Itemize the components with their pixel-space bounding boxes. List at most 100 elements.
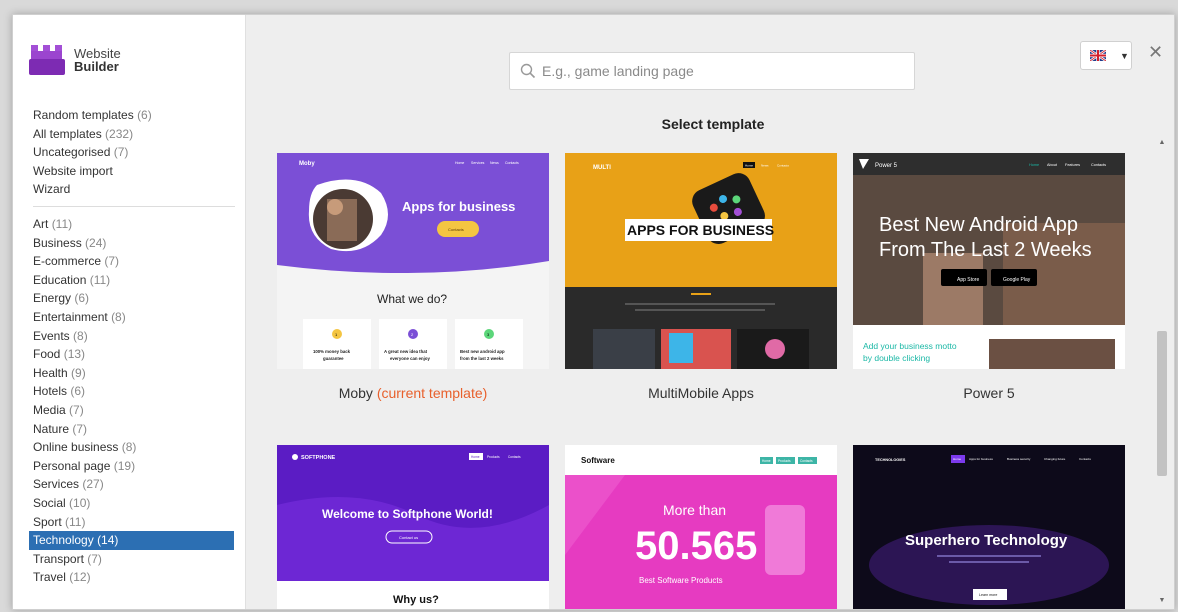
multi-logo-text: MULTI: [593, 165, 611, 171]
sidebar-item-random-templates[interactable]: Random templates (6): [13, 106, 246, 125]
sidebar-item-label: Personal page: [33, 458, 111, 473]
sidebar-item-sport[interactable]: Sport (11): [13, 513, 246, 532]
power5-nav-about: About: [1047, 163, 1058, 167]
technologies-logo-text: TECHNOLOGIES: [875, 458, 906, 462]
close-icon[interactable]: ✕: [1148, 42, 1163, 63]
template-search-box[interactable]: [509, 52, 915, 90]
sidebar-item-count: (19): [113, 458, 136, 473]
sidebar-item-personal-page[interactable]: Personal page (19): [13, 457, 246, 476]
technologies-nav-future: Changing future: [1044, 457, 1066, 461]
sidebar-item-count: (7): [113, 145, 129, 160]
template-card-softphone[interactable]: SOFTPHONE Home Products Contacts Welcome…: [277, 445, 549, 609]
page-title: Select template: [661, 116, 765, 132]
template-thumbnail: Software Home Products Contacts More tha…: [565, 445, 837, 609]
website-builder-logo-icon: [29, 45, 65, 75]
sidebar-item-food[interactable]: Food (13): [13, 345, 246, 364]
softphone-section-title: Why us?: [393, 594, 439, 606]
sidebar-item-entertainment[interactable]: Entertainment (8): [13, 308, 246, 327]
sidebar-item-hotels[interactable]: Hotels (6): [13, 382, 246, 401]
softphone-button: Contact us: [399, 535, 418, 540]
sidebar-item-label: Business: [33, 235, 82, 250]
sidebar-item-events[interactable]: Events (8): [13, 327, 246, 346]
moby-section-title: What we do?: [377, 292, 447, 306]
power5-motto-2: by double clicking: [863, 353, 930, 363]
sidebar-item-services[interactable]: Services (27): [13, 475, 246, 494]
sidebar-item-count: (13): [63, 347, 86, 362]
chevron-down-icon: ▼: [1120, 50, 1129, 61]
power5-headline-1: Best New Android App: [879, 214, 1078, 236]
sidebar-item-all-templates[interactable]: All templates (232): [13, 125, 246, 144]
sidebar-item-social[interactable]: Social (10): [13, 494, 246, 513]
software-nav-home: Home: [762, 459, 771, 463]
feature-text: Best new android app: [460, 349, 505, 354]
sidebar-item-count: (6): [137, 108, 152, 122]
vertical-scrollbar[interactable]: ▲ ▼: [1156, 133, 1168, 609]
software-number: 50.565: [635, 524, 757, 568]
template-card-power-5[interactable]: Power 5 Home About Features Contacts Bes…: [853, 153, 1125, 369]
sidebar-item-nature[interactable]: Nature (7): [13, 420, 246, 439]
scroll-down-arrow-icon[interactable]: ▼: [1156, 597, 1168, 604]
app-store-badge: App Store: [957, 277, 979, 283]
sidebar-item-count: (10): [69, 495, 91, 510]
template-card-multimobile-apps[interactable]: MULTI Home News Contacts APPS FOR BUSINE…: [565, 153, 837, 369]
website-builder-logo: Website Builder: [28, 43, 121, 77]
template-card-technologies[interactable]: TECHNOLOGIES Home Apps for business Busi…: [853, 445, 1125, 609]
technologies-nav-apps: Apps for business: [969, 457, 993, 461]
sidebar-item-count: (7): [87, 551, 102, 566]
sidebar-item-label: E-commerce: [33, 254, 102, 269]
sidebar-item-wizard[interactable]: Wizard: [13, 180, 246, 199]
sidebar-item-count: (8): [73, 328, 88, 343]
moby-nav-services: Services: [471, 161, 485, 165]
sidebar-item-travel[interactable]: Travel (12): [13, 568, 246, 587]
sidebar-item-count: (6): [74, 291, 90, 306]
sidebar-item-label: Entertainment: [33, 309, 108, 324]
sidebar-item-media[interactable]: Media (7): [13, 401, 246, 420]
power5-nav-home: Home: [1029, 163, 1039, 167]
scroll-thumb[interactable]: [1157, 331, 1167, 476]
sidebar-item-label: Media: [33, 402, 66, 417]
sidebar-category-list: Art (11) Business (24) E-commerce (7) Ed…: [13, 215, 246, 587]
sidebar-item-uncategorised[interactable]: Uncategorised (7): [13, 143, 246, 162]
power5-nav-features: Features: [1065, 163, 1080, 167]
template-card-software[interactable]: Software Home Products Contacts More tha…: [565, 445, 837, 609]
sidebar-item-label: Website import: [33, 163, 113, 178]
feature-text: guarantee: [323, 356, 344, 361]
software-logo-text: Software: [581, 456, 615, 465]
feature-text: 100% money back: [313, 349, 351, 354]
sidebar-item-e-commerce[interactable]: E-commerce (7): [13, 252, 246, 271]
sidebar-item-technology[interactable]: Technology (14): [29, 531, 234, 550]
template-selector-window: Website Builder Random templates (6) All…: [12, 14, 1175, 610]
sidebar-item-education[interactable]: Education (11): [13, 271, 246, 290]
sidebar-item-energy[interactable]: Energy (6): [13, 289, 246, 308]
sidebar-item-art[interactable]: Art (11): [13, 215, 246, 234]
power5-logo-text: Power 5: [875, 163, 898, 169]
sidebar-item-count: (11): [65, 514, 86, 529]
moby-nav-contacts: Contacts: [505, 161, 519, 165]
search-input[interactable]: [542, 63, 892, 79]
sidebar-item-health[interactable]: Health (9): [13, 364, 246, 383]
sidebar-item-online-business[interactable]: Online business (8): [13, 438, 246, 457]
sidebar-item-transport[interactable]: Transport (7): [13, 550, 246, 569]
sidebar-item-label: Health: [33, 365, 68, 380]
scroll-up-arrow-icon[interactable]: ▲: [1156, 139, 1168, 146]
technologies-nav-security: Business security: [1007, 457, 1031, 461]
sidebar-divider: [33, 206, 235, 207]
language-selector[interactable]: ▼: [1080, 41, 1132, 70]
sidebar-item-count: (11): [89, 272, 111, 287]
template-card-moby[interactable]: Moby Home Services News Contacts Apps fo…: [277, 153, 549, 369]
sidebar-item-count: (9): [71, 365, 86, 380]
template-name: Power 5: [963, 385, 1015, 401]
sidebar-item-website-import[interactable]: Website import: [13, 162, 246, 181]
sidebar-item-count: (8): [111, 309, 126, 324]
software-nav-products: Products: [778, 459, 791, 463]
sidebar-item-label: Hotels: [33, 384, 68, 399]
website-builder-logo-text: Website Builder: [74, 47, 121, 73]
sidebar-item-label: Art: [33, 217, 49, 231]
sidebar-item-business[interactable]: Business (24): [13, 234, 246, 253]
sidebar-item-label: All templates: [33, 126, 102, 141]
technologies-nav-home: Home: [953, 457, 961, 461]
power5-nav-contacts: Contacts: [1091, 163, 1106, 167]
sidebar-item-count: (7): [72, 421, 88, 436]
multi-nav-contacts: Contacts: [777, 164, 789, 168]
template-name: Moby: [338, 385, 373, 401]
